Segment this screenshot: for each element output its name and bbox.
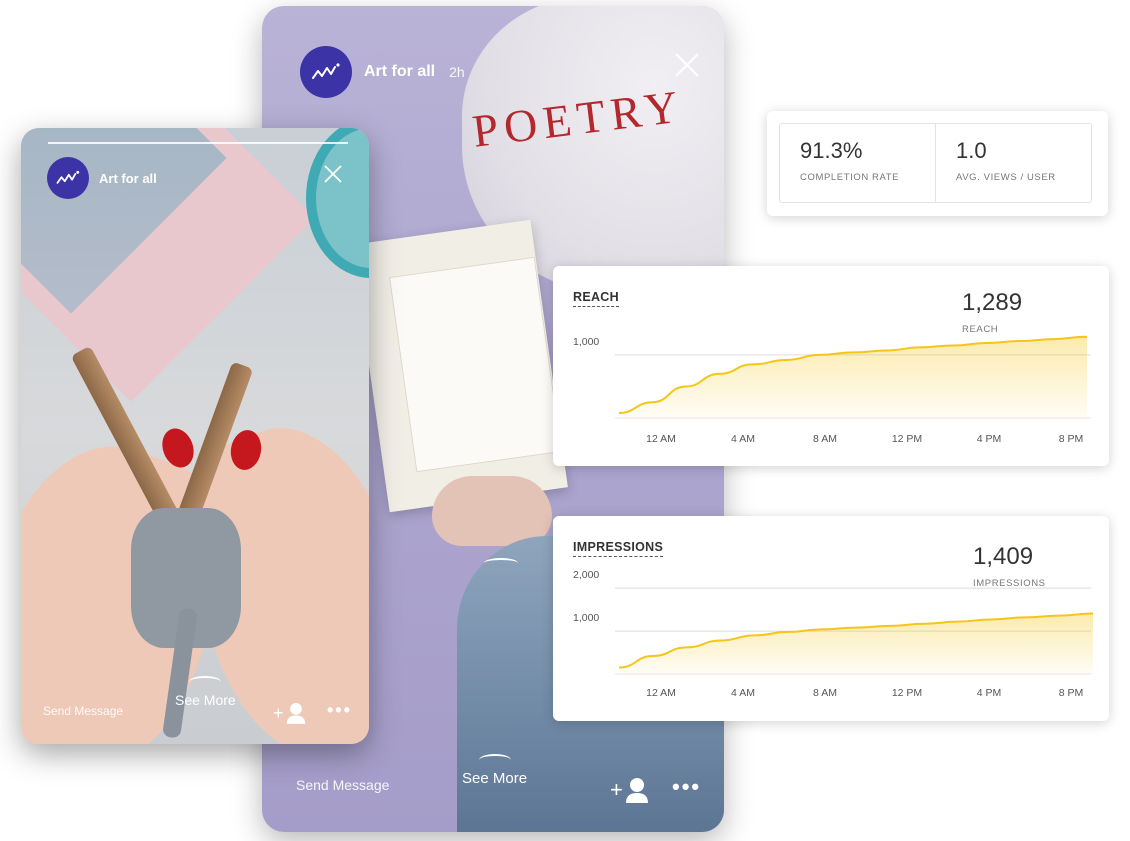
x-tick-label: 12 AM: [646, 687, 676, 699]
avg-views-label: AVG. VIEWS / USER: [956, 172, 1056, 183]
squiggle-logo-icon: [56, 170, 80, 184]
hand-image: [432, 476, 552, 546]
plus-sign: +: [610, 777, 623, 802]
story-header: Art for all: [47, 157, 157, 199]
see-more-button[interactable]: See More: [175, 676, 236, 708]
person-icon: [286, 703, 305, 724]
x-tick-label: 4 PM: [977, 433, 1002, 445]
stats-card: 91.3% COMPLETION RATE 1.0 AVG. VIEWS / U…: [767, 111, 1108, 216]
x-tick-label: 12 PM: [892, 687, 922, 699]
y-tick-label: 2,000: [573, 569, 599, 581]
avatar[interactable]: [300, 46, 352, 98]
swipe-up-indicator: [484, 558, 518, 568]
avg-views-value: 1.0: [956, 138, 987, 163]
x-tick-label: 8 PM: [1059, 433, 1084, 445]
close-icon[interactable]: [674, 50, 700, 84]
series-area: [619, 336, 1087, 418]
account-name[interactable]: Art for all: [99, 171, 157, 186]
add-user-button[interactable]: +: [273, 702, 306, 724]
account-name[interactable]: Art for all: [364, 63, 435, 81]
more-options-icon[interactable]: •••: [672, 774, 701, 800]
stats-grid: 91.3% COMPLETION RATE 1.0 AVG. VIEWS / U…: [779, 123, 1092, 203]
bowl-image: [306, 128, 369, 278]
add-user-button[interactable]: +: [610, 777, 649, 803]
see-more-label: See More: [462, 770, 528, 787]
x-tick-label: 8 PM: [1059, 687, 1084, 699]
squiggle-logo-icon: [312, 63, 340, 79]
person-icon: [625, 778, 648, 803]
chevron-up-icon: [478, 754, 511, 766]
x-tick-label: 8 AM: [813, 687, 837, 699]
post-time: 2h: [449, 64, 465, 80]
x-tick-label: 8 AM: [813, 433, 837, 445]
front-story-card[interactable]: Art for all See More Send Message + •••: [21, 128, 369, 744]
completion-rate-label: COMPLETION RATE: [800, 172, 900, 183]
plus-sign: +: [273, 703, 284, 723]
story-header: Art for all 2h: [300, 46, 465, 98]
reach-chart-card: REACH 1,289 REACH 1,000 12 AM 4 AM 8 AM 12 P…: [553, 266, 1109, 466]
avatar[interactable]: [47, 157, 89, 199]
x-tick-label: 12 AM: [646, 433, 676, 445]
x-tick-label: 4 PM: [977, 687, 1002, 699]
send-message-input[interactable]: Send Message: [43, 704, 123, 718]
x-tick-label: 12 PM: [892, 433, 922, 445]
send-message-input[interactable]: Send Message: [296, 777, 389, 793]
completion-rate-value: 91.3%: [800, 138, 863, 163]
more-options-icon[interactable]: •••: [327, 700, 352, 721]
impressions-chart-card: IMPRESSIONS 1,409 IMPRESSIONS 1,000 2,000…: [553, 516, 1109, 721]
held-card-face: [389, 256, 562, 473]
avg-views-stat: 1.0 AVG. VIEWS / USER: [935, 124, 1091, 202]
chevron-up-icon: [189, 676, 222, 688]
y-tick-label: 1,000: [573, 336, 599, 348]
story-progress-bar: [48, 142, 348, 144]
series-area: [619, 613, 1093, 674]
x-tick-label: 4 AM: [731, 687, 755, 699]
see-more-label: See More: [175, 692, 236, 708]
reach-chart: 1,000 12 AM 4 AM 8 AM 12 PM 4 PM 8 PM: [573, 335, 1091, 445]
x-tick-label: 4 AM: [731, 433, 755, 445]
close-icon[interactable]: [323, 164, 343, 189]
y-tick-label: 1,000: [573, 612, 599, 624]
completion-rate-stat: 91.3% COMPLETION RATE: [780, 124, 935, 202]
see-more-button[interactable]: See More: [462, 754, 527, 787]
impressions-chart: 1,000 2,000 12 AM 4 AM 8 AM 12 PM 4 PM 8 PM: [573, 569, 1094, 699]
